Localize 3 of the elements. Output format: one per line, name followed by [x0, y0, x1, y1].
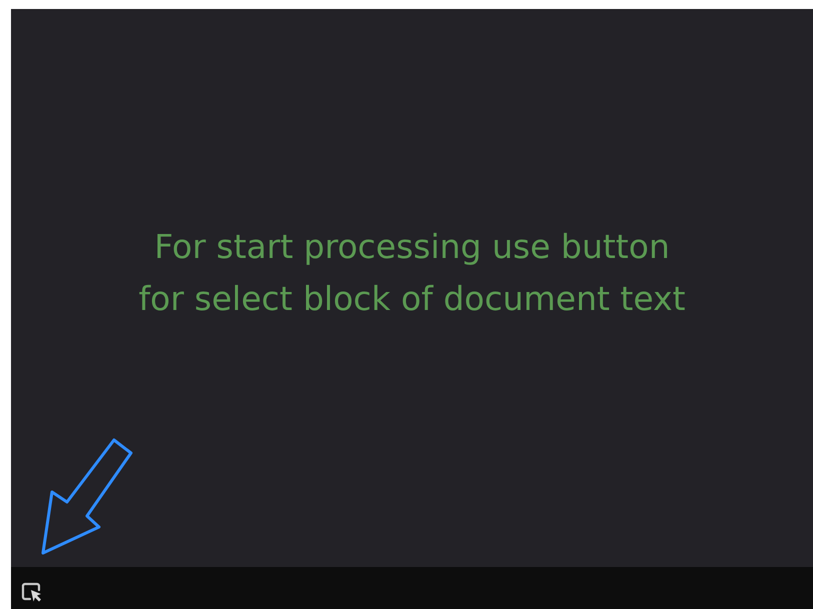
instruction-text: For start processing use button for select block of document text: [138, 226, 686, 320]
selection-cursor-icon: [21, 581, 43, 603]
select-block-button[interactable]: [20, 580, 44, 604]
